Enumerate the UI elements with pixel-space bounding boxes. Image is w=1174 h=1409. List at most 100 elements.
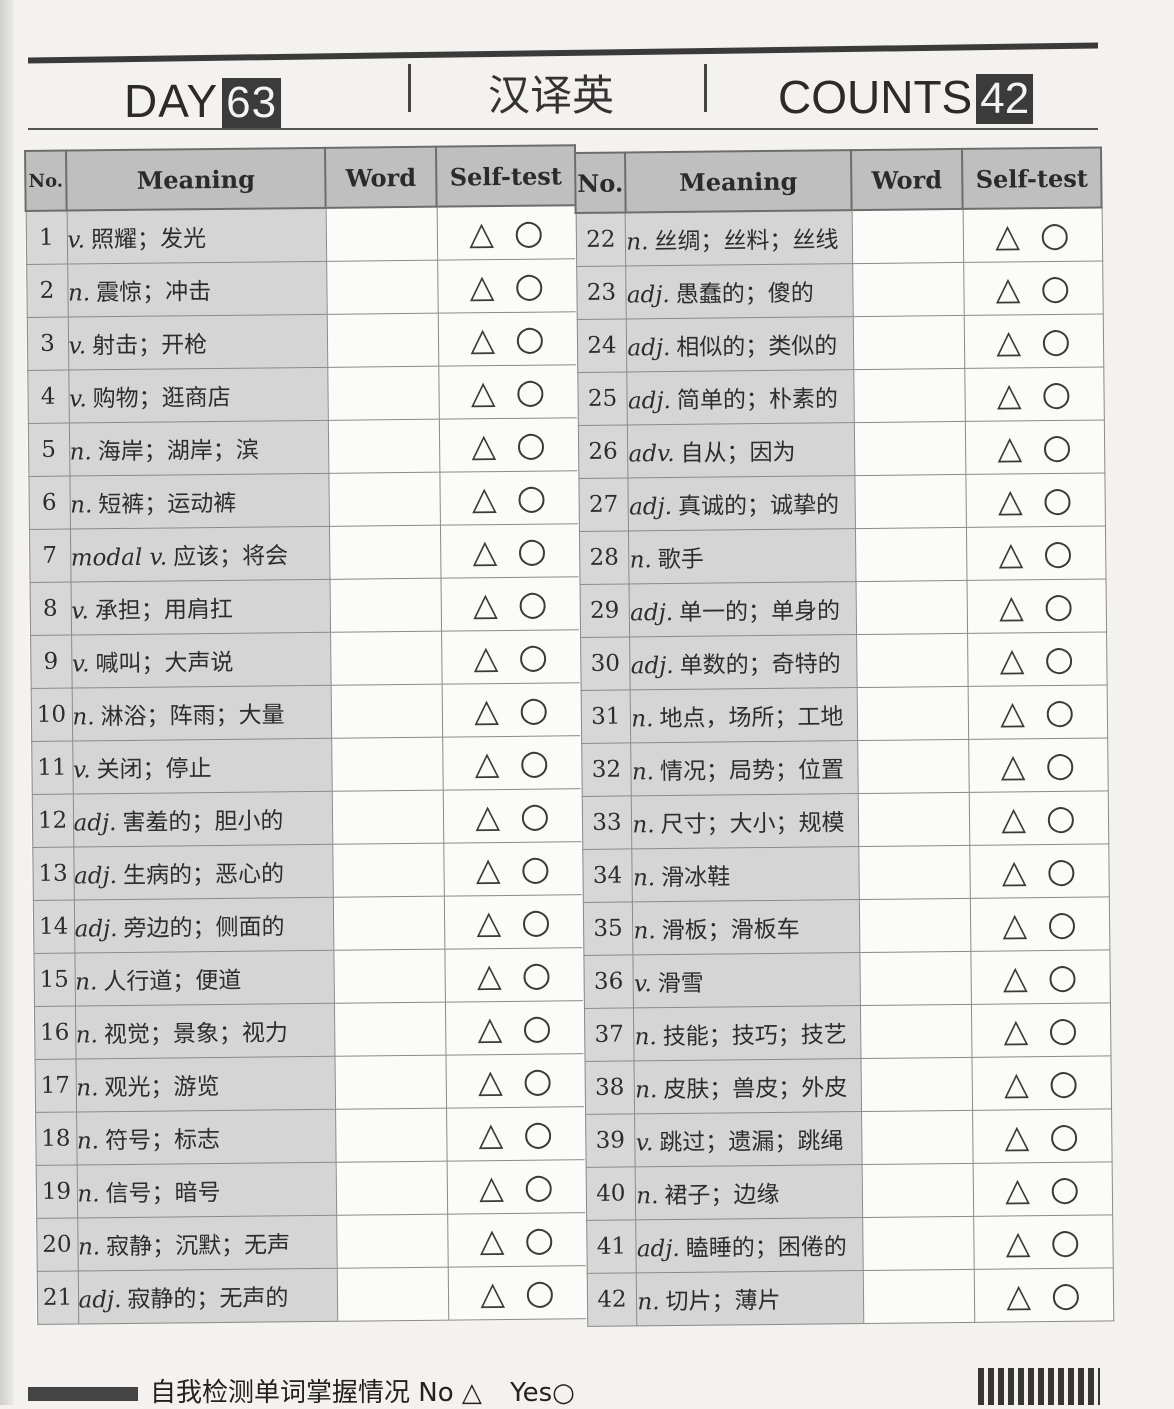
word-answer-cell[interactable] xyxy=(333,1002,446,1057)
not-mastered-triangle-icon[interactable]: △ xyxy=(480,1274,505,1312)
word-answer-cell[interactable] xyxy=(333,949,445,1004)
not-mastered-triangle-icon[interactable]: △ xyxy=(999,640,1024,678)
word-answer-cell[interactable] xyxy=(326,313,439,368)
word-answer-cell[interactable] xyxy=(335,1161,448,1216)
mastered-circle-icon[interactable]: ○ xyxy=(1049,1116,1079,1156)
mastered-circle-icon[interactable]: ○ xyxy=(522,1008,552,1048)
not-mastered-triangle-icon[interactable]: △ xyxy=(469,214,494,252)
word-answer-cell[interactable] xyxy=(853,368,965,423)
not-mastered-triangle-icon[interactable]: △ xyxy=(478,1115,503,1153)
not-mastered-triangle-icon[interactable]: △ xyxy=(1000,693,1025,731)
mastered-circle-icon[interactable]: ○ xyxy=(524,1167,554,1207)
not-mastered-triangle-icon[interactable]: △ xyxy=(998,534,1023,572)
word-answer-cell[interactable] xyxy=(854,527,967,582)
word-answer-cell[interactable] xyxy=(857,739,969,794)
not-mastered-triangle-icon[interactable]: △ xyxy=(474,691,499,729)
not-mastered-triangle-icon[interactable]: △ xyxy=(1006,1276,1031,1314)
mastered-circle-icon[interactable]: ○ xyxy=(518,584,548,624)
word-answer-cell[interactable] xyxy=(331,737,443,792)
mastered-circle-icon[interactable]: ○ xyxy=(515,372,545,412)
word-answer-cell[interactable] xyxy=(857,792,970,847)
word-answer-cell[interactable] xyxy=(851,208,964,264)
word-answer-cell[interactable] xyxy=(332,896,445,951)
word-answer-cell[interactable] xyxy=(853,421,966,476)
not-mastered-triangle-icon[interactable]: △ xyxy=(476,903,501,941)
mastered-circle-icon[interactable]: ○ xyxy=(1048,1010,1078,1050)
mastered-circle-icon[interactable]: ○ xyxy=(1045,745,1075,785)
mastered-circle-icon[interactable]: ○ xyxy=(523,1114,553,1154)
not-mastered-triangle-icon[interactable]: △ xyxy=(472,479,497,517)
not-mastered-triangle-icon[interactable]: △ xyxy=(1004,1117,1029,1155)
not-mastered-triangle-icon[interactable]: △ xyxy=(997,428,1022,466)
word-answer-cell[interactable] xyxy=(327,366,439,421)
mastered-circle-icon[interactable]: ○ xyxy=(1046,851,1076,891)
word-answer-cell[interactable] xyxy=(854,474,966,529)
word-answer-cell[interactable] xyxy=(335,1108,447,1163)
mastered-circle-icon[interactable]: ○ xyxy=(1043,533,1073,573)
mastered-circle-icon[interactable]: ○ xyxy=(525,1273,555,1313)
not-mastered-triangle-icon[interactable]: △ xyxy=(1005,1170,1030,1208)
word-answer-cell[interactable] xyxy=(325,206,438,262)
mastered-circle-icon[interactable]: ○ xyxy=(1045,692,1075,732)
mastered-circle-icon[interactable]: ○ xyxy=(520,796,550,836)
mastered-circle-icon[interactable]: ○ xyxy=(521,902,551,942)
mastered-circle-icon[interactable]: ○ xyxy=(1044,586,1074,626)
mastered-circle-icon[interactable]: ○ xyxy=(518,637,548,677)
word-answer-cell[interactable] xyxy=(856,633,968,688)
not-mastered-triangle-icon[interactable]: △ xyxy=(480,1221,505,1259)
not-mastered-triangle-icon[interactable]: △ xyxy=(477,1009,502,1047)
not-mastered-triangle-icon[interactable]: △ xyxy=(471,373,496,411)
word-answer-cell[interactable] xyxy=(855,580,968,635)
mastered-circle-icon[interactable]: ○ xyxy=(524,1220,554,1260)
not-mastered-triangle-icon[interactable]: △ xyxy=(471,426,496,464)
word-answer-cell[interactable] xyxy=(327,419,440,474)
mastered-circle-icon[interactable]: ○ xyxy=(1041,374,1071,414)
mastered-circle-icon[interactable]: ○ xyxy=(1047,957,1077,997)
word-answer-cell[interactable] xyxy=(326,260,438,315)
word-answer-cell[interactable] xyxy=(862,1216,974,1271)
mastered-circle-icon[interactable]: ○ xyxy=(514,266,544,306)
mastered-circle-icon[interactable]: ○ xyxy=(1046,798,1076,838)
word-answer-cell[interactable] xyxy=(862,1269,975,1324)
not-mastered-triangle-icon[interactable]: △ xyxy=(998,481,1023,519)
word-answer-cell[interactable] xyxy=(858,898,971,953)
mastered-circle-icon[interactable]: ○ xyxy=(1050,1222,1080,1262)
not-mastered-triangle-icon[interactable]: △ xyxy=(1003,1011,1028,1049)
not-mastered-triangle-icon[interactable]: △ xyxy=(1001,799,1026,837)
mastered-circle-icon[interactable]: ○ xyxy=(1040,215,1070,255)
mastered-circle-icon[interactable]: ○ xyxy=(523,1061,553,1101)
word-answer-cell[interactable] xyxy=(329,578,442,633)
word-answer-cell[interactable] xyxy=(859,951,971,1006)
word-answer-cell[interactable] xyxy=(852,262,964,317)
mastered-circle-icon[interactable]: ○ xyxy=(517,531,547,571)
not-mastered-triangle-icon[interactable]: △ xyxy=(996,322,1021,360)
not-mastered-triangle-icon[interactable]: △ xyxy=(995,216,1020,254)
mastered-circle-icon[interactable]: ○ xyxy=(520,849,550,889)
word-answer-cell[interactable] xyxy=(852,315,965,370)
mastered-circle-icon[interactable]: ○ xyxy=(1040,268,1070,308)
not-mastered-triangle-icon[interactable]: △ xyxy=(996,269,1021,307)
mastered-circle-icon[interactable]: ○ xyxy=(1051,1275,1081,1315)
not-mastered-triangle-icon[interactable]: △ xyxy=(475,744,500,782)
mastered-circle-icon[interactable]: ○ xyxy=(1049,1063,1079,1103)
not-mastered-triangle-icon[interactable]: △ xyxy=(470,320,495,358)
word-answer-cell[interactable] xyxy=(861,1163,974,1218)
not-mastered-triangle-icon[interactable]: △ xyxy=(473,585,498,623)
word-answer-cell[interactable] xyxy=(331,790,444,845)
word-answer-cell[interactable] xyxy=(332,843,444,898)
not-mastered-triangle-icon[interactable]: △ xyxy=(478,1062,503,1100)
mastered-circle-icon[interactable]: ○ xyxy=(514,213,544,253)
mastered-circle-icon[interactable]: ○ xyxy=(515,319,545,359)
word-answer-cell[interactable] xyxy=(330,631,442,686)
word-answer-cell[interactable] xyxy=(859,1004,972,1059)
not-mastered-triangle-icon[interactable]: △ xyxy=(472,532,497,570)
mastered-circle-icon[interactable]: ○ xyxy=(1050,1169,1080,1209)
word-answer-cell[interactable] xyxy=(328,472,440,527)
not-mastered-triangle-icon[interactable]: △ xyxy=(997,375,1022,413)
mastered-circle-icon[interactable]: ○ xyxy=(1041,321,1071,361)
mastered-circle-icon[interactable]: ○ xyxy=(519,690,549,730)
not-mastered-triangle-icon[interactable]: △ xyxy=(479,1168,504,1206)
not-mastered-triangle-icon[interactable]: △ xyxy=(476,850,501,888)
word-answer-cell[interactable] xyxy=(860,1057,973,1112)
word-answer-cell[interactable] xyxy=(336,1267,449,1322)
